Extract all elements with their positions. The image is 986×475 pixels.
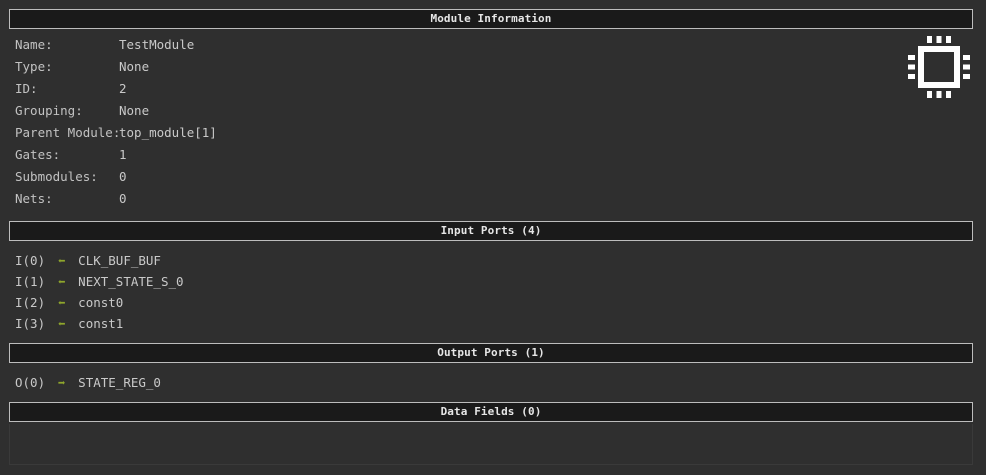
info-value[interactable]: None: [119, 59, 149, 74]
arrow-left-icon: ⬅: [57, 274, 66, 289]
input-port-row[interactable]: I(0) ⬅ CLK_BUF_BUF: [15, 251, 184, 272]
arrow-right-icon: ➡: [57, 375, 66, 390]
input-port-row[interactable]: I(3) ⬅ const1: [15, 314, 184, 335]
port-net[interactable]: const0: [78, 295, 123, 310]
info-value[interactable]: None: [119, 103, 149, 118]
info-value[interactable]: 0: [119, 169, 127, 184]
port-name: I(1): [15, 274, 46, 289]
info-value[interactable]: 2: [119, 81, 127, 96]
arrow-left-icon: ⬅: [57, 316, 66, 331]
module-information-header[interactable]: Module Information: [9, 9, 973, 29]
arrow-left-icon: ⬅: [57, 253, 66, 268]
info-key: Gates:: [15, 147, 61, 162]
info-key: Submodules:: [15, 169, 98, 184]
info-row-type: Type: None: [15, 57, 217, 79]
info-row-grouping: Grouping: None: [15, 101, 217, 123]
output-ports-list: O(0) ➡ STATE_REG_0: [15, 373, 161, 394]
info-key: Parent Module:: [15, 125, 121, 140]
port-name: I(2): [15, 295, 46, 310]
info-key: Name:: [15, 37, 53, 52]
input-ports-header[interactable]: Input Ports (4): [9, 221, 973, 241]
output-port-row[interactable]: O(0) ➡ STATE_REG_0: [15, 373, 161, 394]
data-fields-area: [9, 424, 973, 465]
module-info-table: Name: TestModule Type: None ID: 2 Grouping:…: [15, 35, 217, 211]
info-row-gates: Gates: 1: [15, 145, 217, 167]
info-value[interactable]: TestModule: [119, 37, 194, 52]
chip-icon: [908, 36, 970, 98]
port-name: I(0): [15, 253, 46, 268]
input-port-row[interactable]: I(1) ⬅ NEXT_STATE_S_0: [15, 272, 184, 293]
module-details-panel: Module Information Name: TestModule Type:…: [0, 0, 986, 475]
info-key: Grouping:: [15, 103, 83, 118]
info-key: ID:: [15, 81, 38, 96]
port-name: O(0): [15, 375, 46, 390]
info-key: Type:: [15, 59, 53, 74]
info-key: Nets:: [15, 191, 53, 206]
port-net[interactable]: NEXT_STATE_S_0: [78, 274, 183, 289]
port-net[interactable]: STATE_REG_0: [78, 375, 161, 390]
info-value[interactable]: 1: [119, 147, 127, 162]
output-ports-header[interactable]: Output Ports (1): [9, 343, 973, 363]
info-row-id: ID: 2: [15, 79, 217, 101]
info-row-nets: Nets: 0: [15, 189, 217, 211]
port-net[interactable]: CLK_BUF_BUF: [78, 253, 161, 268]
port-name: I(3): [15, 316, 46, 331]
data-fields-header[interactable]: Data Fields (0): [9, 402, 973, 422]
input-ports-list: I(0) ⬅ CLK_BUF_BUF I(1) ⬅ NEXT_STATE_S_0…: [15, 251, 184, 335]
info-value[interactable]: 0: [119, 191, 127, 206]
arrow-left-icon: ⬅: [57, 295, 66, 310]
info-row-parent-module: Parent Module:top_module[1]: [15, 123, 217, 145]
port-net[interactable]: const1: [78, 316, 123, 331]
input-port-row[interactable]: I(2) ⬅ const0: [15, 293, 184, 314]
info-row-submodules: Submodules: 0: [15, 167, 217, 189]
info-row-name: Name: TestModule: [15, 35, 217, 57]
info-value[interactable]: top_module[1]: [119, 125, 217, 140]
